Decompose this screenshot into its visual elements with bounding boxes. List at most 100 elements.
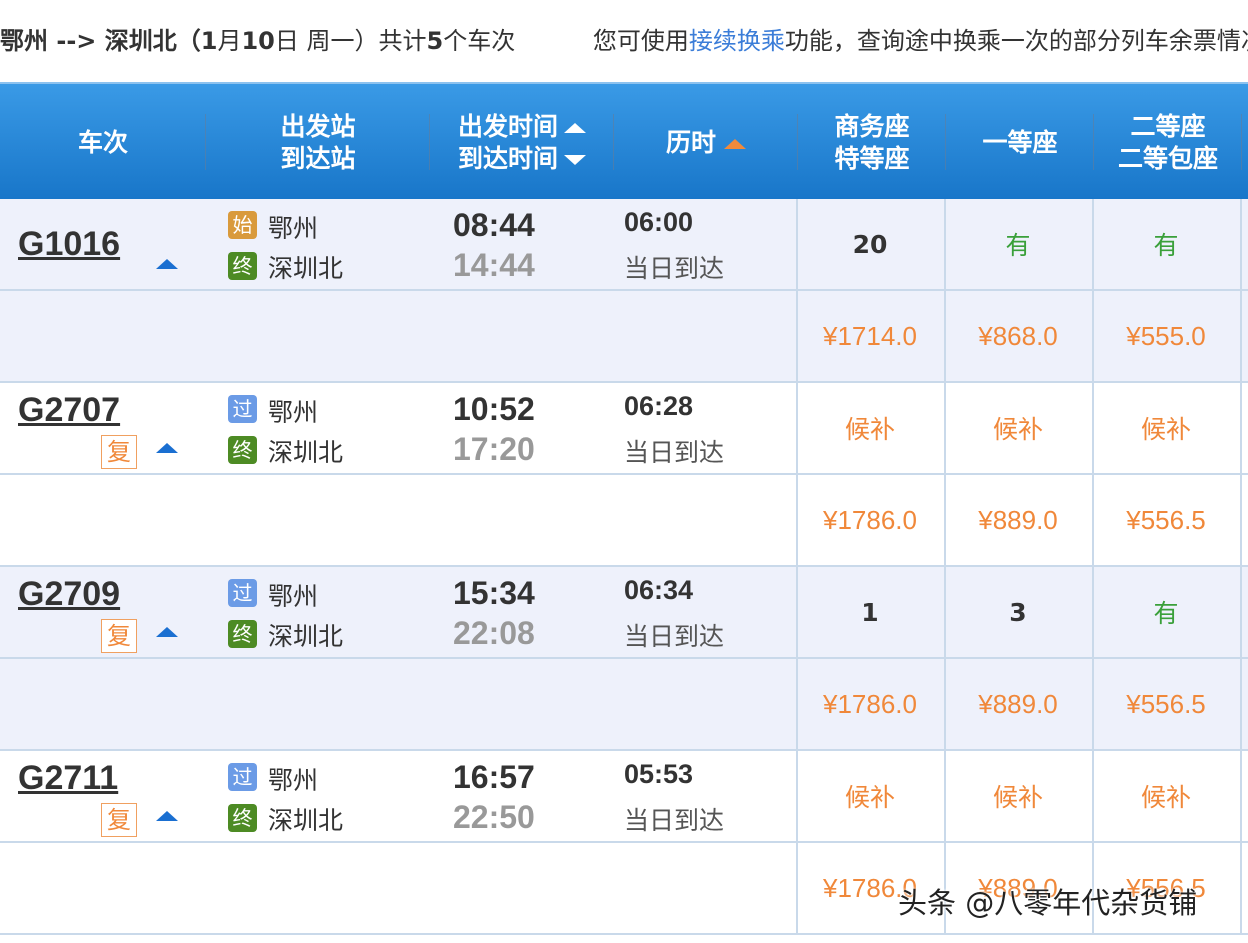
col-duration-label: 历时: [665, 127, 716, 157]
day-value: 10: [241, 27, 275, 55]
duration: 06:34: [624, 575, 694, 605]
first-class-availability: 3: [946, 567, 1090, 657]
second-class-availability[interactable]: 候补: [1094, 383, 1238, 473]
train-number-link[interactable]: G2709: [18, 575, 120, 614]
col-second-class: 二等座 二等包座: [1094, 84, 1242, 201]
train-number-link[interactable]: G1016: [18, 225, 120, 264]
train-count: 5: [426, 27, 444, 55]
arrival-day: 当日到达: [624, 254, 725, 283]
business-seat-availability: 20: [798, 199, 942, 289]
transfer-link[interactable]: 接续换乘: [689, 27, 785, 55]
seat-value: 有: [1153, 599, 1179, 628]
second-class-availability[interactable]: 候补: [1094, 751, 1238, 841]
train-number-link[interactable]: G2711: [18, 759, 118, 798]
train-number-link[interactable]: G2707: [18, 391, 120, 430]
col-time[interactable]: 出发时间 到达时间: [430, 84, 614, 201]
col-dep-time-label: 出发时间: [457, 111, 558, 141]
first-class-price: ¥889.0: [946, 659, 1090, 749]
departure-station: 鄂州: [268, 766, 319, 795]
arrival-time: 22:08: [453, 615, 535, 651]
route-text: 鄂州 --> 深圳北（: [0, 27, 201, 55]
train-row: G2711 复 过 鄂州 终 深圳北 16:57 22:50 05:53 当日到…: [0, 751, 1248, 843]
first-class-availability[interactable]: 候补: [946, 751, 1090, 841]
sort-dep-time[interactable]: 出发时间: [458, 111, 586, 143]
col-first-label: 一等座: [982, 127, 1058, 157]
departure-station-badge: 过: [228, 763, 257, 791]
business-seat-availability: 1: [798, 567, 942, 657]
sort-active-icon: [724, 139, 746, 149]
col-train[interactable]: 车次: [0, 84, 206, 201]
arrival-time: 22:50: [453, 799, 535, 835]
transfer-tip: 您可使用接续换乘功能，查询途中换乘一次的部分列车余票情况。: [593, 27, 1248, 55]
sort-arr-time[interactable]: 到达时间: [458, 143, 586, 175]
arrival-station: 深圳北: [268, 254, 344, 283]
departure-station-badge: 过: [228, 579, 257, 607]
col-divider: [1240, 751, 1242, 841]
second-class-price: ¥556.5: [1094, 475, 1238, 565]
expand-stops-icon[interactable]: [156, 627, 178, 637]
second-class-price: ¥556.5: [1094, 659, 1238, 749]
departure-station: 鄂州: [268, 398, 319, 427]
arrival-station: 深圳北: [268, 622, 344, 651]
col-divider: [1240, 199, 1242, 289]
second-class-availability: 有: [1094, 199, 1238, 289]
business-seat-availability[interactable]: 候补: [798, 383, 942, 473]
train-row: G2709 复 过 鄂州 终 深圳北 15:34 22:08 06:34 当日到…: [0, 567, 1248, 659]
seat-value: 候补: [1140, 783, 1191, 812]
price-row: ¥1786.0 ¥889.0 ¥556.5: [0, 475, 1248, 567]
price-value: ¥556.5: [1126, 688, 1206, 719]
col-second-box-label: 二等包座: [1117, 143, 1218, 173]
arrival-day: 当日到达: [624, 438, 725, 467]
seat-value: 有: [1153, 231, 1179, 260]
col-business-label: 商务座: [834, 111, 910, 141]
expand-stops-icon[interactable]: [156, 811, 178, 821]
search-summary: 鄂州 --> 深圳北（1月10日 周一）共计5个车次 您可使用接续换乘功能，查询…: [0, 0, 1248, 82]
seat-value: 候补: [844, 415, 895, 444]
price-value: ¥889.0: [978, 504, 1058, 535]
col-arr-time-label: 到达时间: [457, 143, 558, 173]
arrival-station-badge: 终: [228, 436, 257, 464]
table-header: 车次 出发站 到达站 出发时间 到达时间 历时 商务座 特等座 一等座 二等座: [0, 82, 1248, 199]
departure-time: 08:44: [453, 207, 535, 243]
col-separator: [1241, 114, 1242, 170]
seat-value: 候补: [992, 783, 1043, 812]
departure-station-badge: 过: [228, 395, 257, 423]
fuxing-badge: 复: [101, 435, 137, 469]
col-duration[interactable]: 历时: [614, 84, 798, 201]
business-seat-availability[interactable]: 候补: [798, 751, 942, 841]
seat-value: 候补: [844, 783, 895, 812]
business-seat-price: ¥1786.0: [798, 659, 942, 749]
price-row: ¥1786.0 ¥889.0 ¥556.5: [0, 659, 1248, 751]
col-dep-station-label: 出发站: [280, 111, 356, 141]
weekday-text: 日 周一）共计: [274, 27, 427, 55]
col-divider: [1240, 567, 1242, 657]
sort-down-icon: [564, 155, 586, 165]
tip-suffix: 功能，查询途中换乘一次的部分列车余票情况。: [784, 27, 1248, 55]
expand-stops-icon[interactable]: [156, 443, 178, 453]
arrival-day: 当日到达: [624, 622, 725, 651]
month-unit: 月: [217, 27, 242, 55]
month-value: 1: [200, 27, 218, 55]
arrival-day: 当日到达: [624, 806, 725, 835]
departure-time: 10:52: [453, 391, 535, 427]
train-row: G1016 始 鄂州 终 深圳北 08:44 14:44 06:00 当日到达 …: [0, 199, 1248, 291]
arrival-station: 深圳北: [268, 438, 344, 467]
duration: 06:28: [624, 391, 694, 421]
watermark: 头条 @八零年代杂货铺: [898, 886, 1198, 920]
second-class-availability: 有: [1094, 567, 1238, 657]
col-station: 出发站 到达站: [206, 84, 430, 201]
price-value: ¥555.0: [1126, 320, 1206, 351]
business-seat-price: ¥1714.0: [798, 291, 942, 381]
departure-station: 鄂州: [268, 582, 319, 611]
departure-time: 15:34: [453, 575, 535, 611]
train-row: G2707 复 过 鄂州 终 深圳北 10:52 17:20 06:28 当日到…: [0, 383, 1248, 475]
price-value: ¥868.0: [978, 320, 1058, 351]
arrival-time: 17:20: [453, 431, 535, 467]
expand-stops-icon[interactable]: [156, 259, 178, 269]
first-class-availability[interactable]: 候补: [946, 383, 1090, 473]
seat-value: 候补: [1140, 415, 1191, 444]
fuxing-badge: 复: [101, 619, 137, 653]
price-value: ¥1714.0: [823, 320, 917, 351]
departure-station-badge: 始: [228, 211, 257, 239]
col-arr-station-label: 到达站: [280, 143, 356, 173]
